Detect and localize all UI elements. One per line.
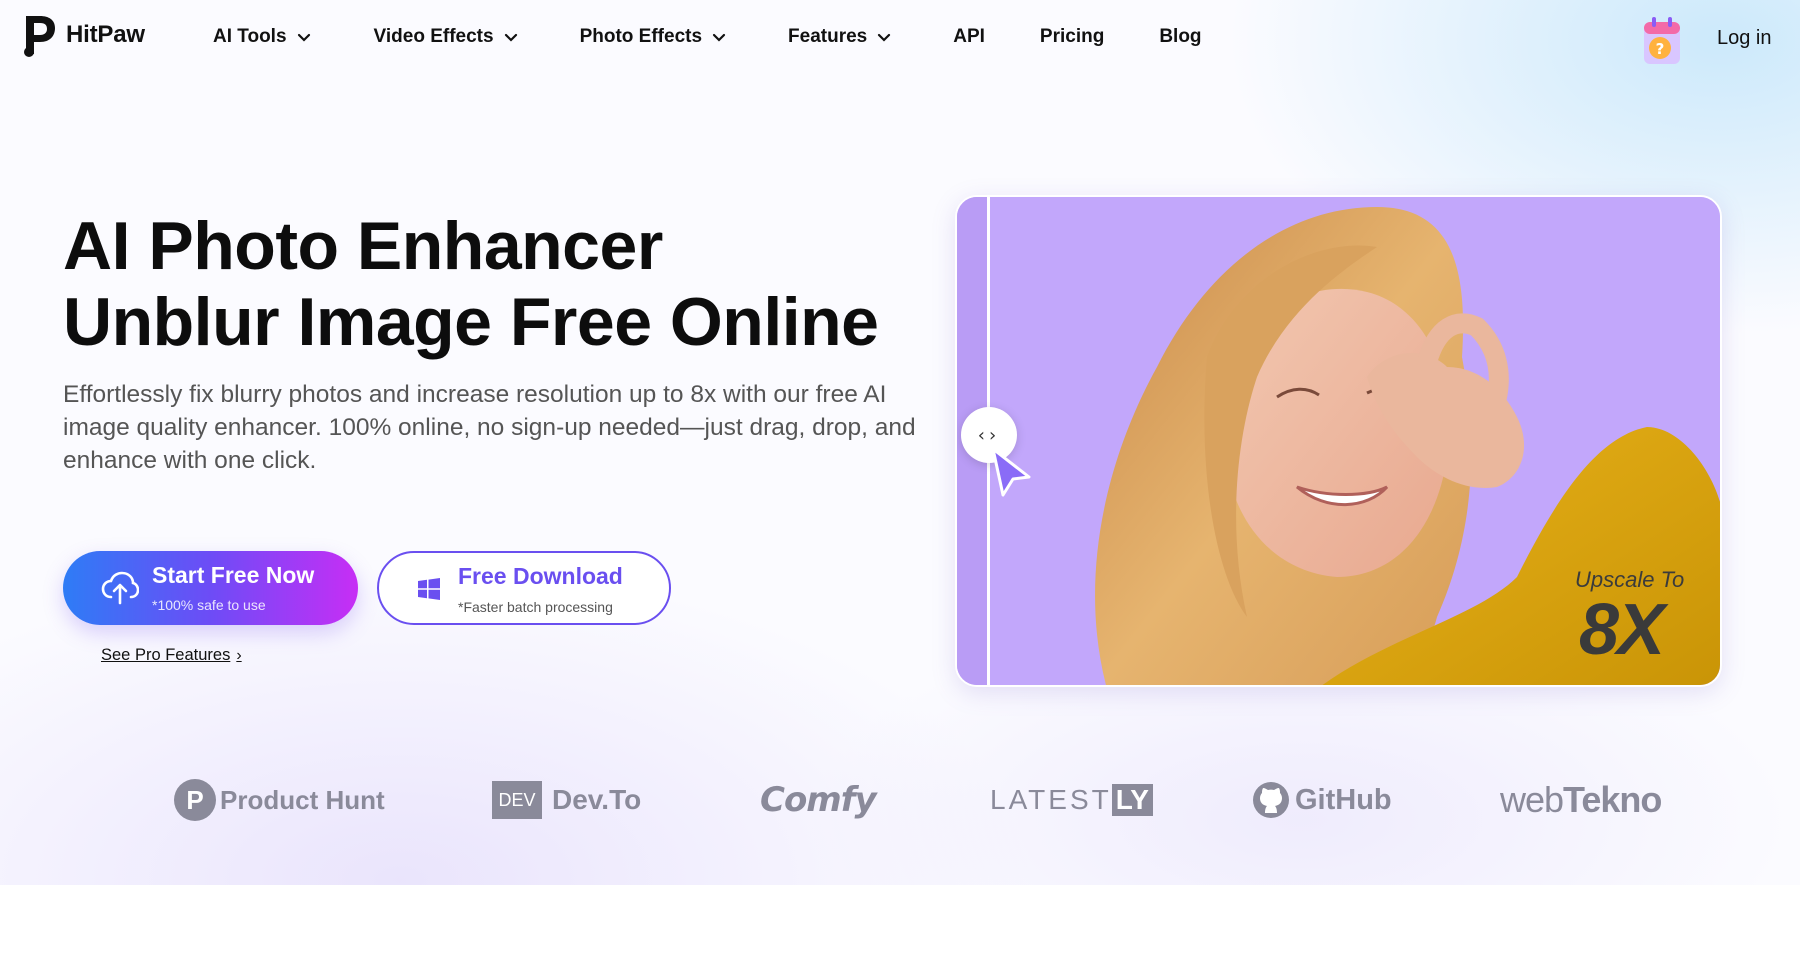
product-hunt-label: Product Hunt [220,784,385,815]
hero-description: Effortlessly fix blurry photos and incre… [63,381,916,474]
download-button-label: Free Download [458,563,623,589]
hitpaw-logo-icon [24,16,55,57]
ly-badge: LY [1111,784,1153,816]
dev-badge-icon: DEV [492,781,542,819]
start-button-label: Start Free Now [152,562,315,588]
before-after-preview[interactable]: ‹› Upscale To 8X [955,195,1722,687]
nav-label: Features [788,26,868,47]
nav-ai-tools[interactable]: AI Tools [213,26,311,48]
brand-name: HitPaw [66,21,145,48]
nav-label: API [953,26,985,47]
cloud-upload-icon [101,571,139,605]
chevron-right-icon: › [236,646,242,664]
windows-icon [418,578,440,600]
upscale-value: 8X [1579,590,1665,670]
webtekno-logo: web Tekno [1500,770,1662,830]
see-pro-features-link[interactable]: See Pro Features › [101,646,242,665]
login-link[interactable]: Log in [1717,27,1772,50]
github-logo: GitHub [1251,770,1392,830]
chevron-down-icon [878,33,891,42]
product-hunt-icon: P [174,779,216,821]
product-hunt-logo: P Product Hunt [174,770,385,830]
nav-label: Pricing [1039,26,1105,47]
chevron-down-icon [712,33,726,42]
chevron-down-icon [297,33,310,42]
nav-photo-effects[interactable]: Photo Effects [580,26,726,48]
nav-label: AI Tools [213,26,287,47]
title-line-1: AI Photo Enhancer [63,208,663,284]
latestly-logo: LATEST LY [990,770,1153,830]
start-button-sublabel: *100% safe to use [152,597,266,613]
webtekno-part-b: Tekno [1563,779,1662,820]
free-download-button[interactable]: Free Download *Faster batch processing [377,551,671,625]
pro-link-label: See Pro Features [101,646,231,664]
download-button-sublabel: *Faster batch processing [458,599,613,615]
start-free-now-button[interactable]: Start Free Now *100% safe to use [63,551,358,625]
nav-label: Photo Effects [579,26,703,47]
partner-logos: P Product Hunt DEV Dev.To Comfy LATEST LY… [0,770,1800,830]
top-navbar: HitPaw AI Tools Video Effects Photo Effe… [0,0,1800,80]
svg-text:?: ? [1656,40,1665,58]
page-title: AI Photo Enhancer Unblur Image Free Onli… [63,208,879,360]
title-line-2: Unblur Image Free Online [63,284,879,360]
nav-pricing[interactable]: Pricing [1040,26,1104,48]
brand-logo[interactable]: HitPaw [20,12,145,58]
cursor-arrow-icon [991,447,1031,497]
chevron-down-icon [504,33,517,42]
gift-calendar-icon[interactable]: ? [1638,14,1686,68]
github-icon [1253,782,1289,818]
dev-to-label: Dev.To [552,784,642,815]
nav-blog[interactable]: Blog [1159,26,1201,48]
comfy-logo: Comfy [760,780,877,820]
nav-api[interactable]: API [953,26,985,48]
nav-label: Blog [1159,26,1202,47]
webtekno-part-a: web [1500,779,1564,820]
main-menu: AI Tools Video Effects Photo Effects Fea… [213,26,1202,48]
nav-features[interactable]: Features [788,26,891,48]
latest-label: LATEST [990,784,1112,815]
nav-label: Video Effects [373,26,494,47]
nav-video-effects[interactable]: Video Effects [374,26,518,48]
dev-to-logo: DEV Dev.To [492,770,641,830]
github-label: GitHub [1295,783,1392,816]
